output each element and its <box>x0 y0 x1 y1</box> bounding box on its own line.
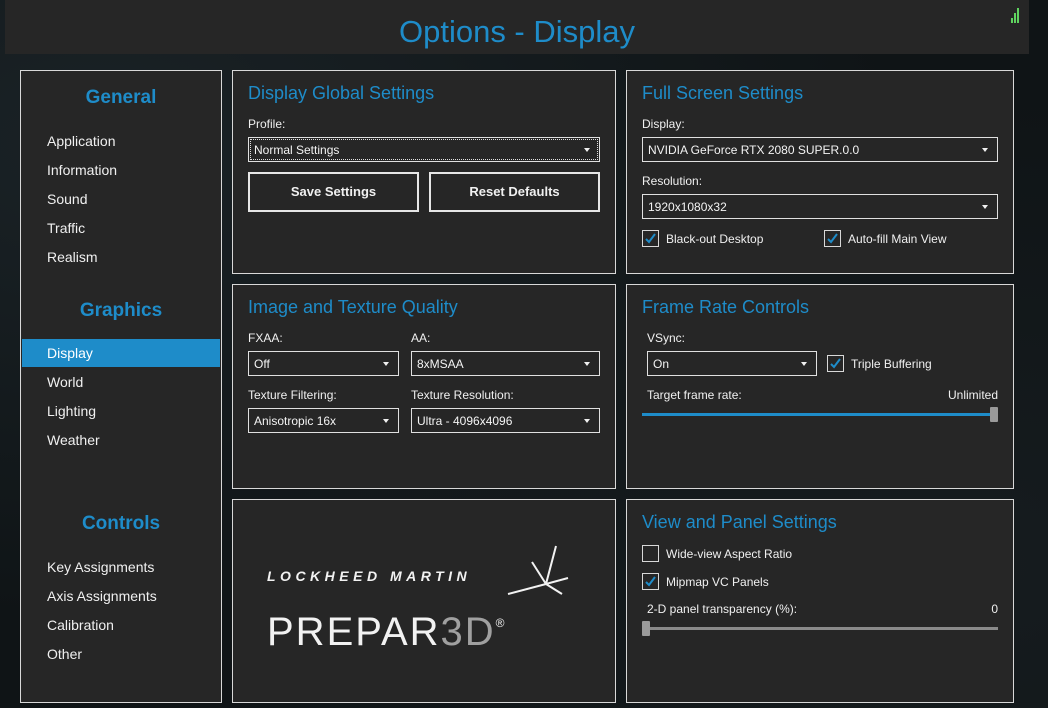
sidebar-item-display[interactable]: Display <box>22 339 220 367</box>
checkmark-icon <box>645 576 656 587</box>
profile-value: Normal Settings <box>254 143 340 157</box>
display-dropdown[interactable]: NVIDIA GeForce RTX 2080 SUPER.0.0 <box>642 137 998 162</box>
target-frame-rate-fill <box>642 413 998 416</box>
panel-title: Full Screen Settings <box>642 83 804 103</box>
vsync-dropdown[interactable]: On <box>647 351 817 376</box>
texture-filtering-dropdown[interactable]: Anisotropic 16x <box>248 408 399 433</box>
fxaa-value: Off <box>254 357 270 371</box>
target-frame-rate-value: Unlimited <box>947 388 998 402</box>
display-value: NVIDIA GeForce RTX 2080 SUPER.0.0 <box>648 143 860 157</box>
target-frame-rate-slider[interactable] <box>990 407 998 422</box>
texture-resolution-label: Texture Resolution: <box>411 388 514 402</box>
chevron-down-icon <box>982 205 988 209</box>
vsync-value: On <box>653 357 670 371</box>
full-screen-panel: Full Screen Settings Display: NVIDIA GeF… <box>626 70 1014 274</box>
sidebar-heading-controls: Controls <box>81 513 161 534</box>
aa-dropdown[interactable]: 8xMSAA <box>411 351 600 376</box>
prepar3d-logo-accent: 3D <box>440 610 496 654</box>
display-global-panel: Display Global Settings Profile: Normal … <box>232 70 616 274</box>
panel-transparency-label: 2-D panel transparency (%): <box>647 602 798 616</box>
mipmap-vc-panels-checkbox[interactable] <box>642 573 659 590</box>
profile-dropdown[interactable]: Normal Settings <box>248 137 600 162</box>
aa-value: 8xMSAA <box>417 357 464 371</box>
mipmap-vc-panels-label: Mipmap VC Panels <box>666 575 769 589</box>
resolution-label: Resolution: <box>642 174 703 188</box>
texture-resolution-value: Ultra - 4096x4096 <box>417 414 513 428</box>
resolution-value: 1920x1080x32 <box>648 200 727 214</box>
view-panel-settings-panel: View and Panel Settings Wide-view Aspect… <box>626 499 1014 703</box>
chevron-down-icon <box>383 362 389 366</box>
prepar3d-logo: PREPAR3D® <box>267 610 507 655</box>
sidebar-heading-general: General <box>85 87 157 108</box>
window-title: Options - Display <box>398 14 636 49</box>
panel-title: Image and Texture Quality <box>248 297 458 317</box>
signal-icon <box>1011 8 1019 23</box>
sidebar-item-world[interactable]: World <box>22 368 220 396</box>
star-logo-icon <box>507 545 569 595</box>
blackout-desktop-checkbox[interactable] <box>642 230 659 247</box>
profile-label: Profile: <box>248 117 286 131</box>
resolution-dropdown[interactable]: 1920x1080x32 <box>642 194 998 219</box>
panel-title: Frame Rate Controls <box>642 297 810 317</box>
sidebar-heading-graphics: Graphics <box>79 300 163 321</box>
wide-view-aspect-checkbox[interactable] <box>642 545 659 562</box>
chevron-down-icon <box>982 148 988 152</box>
fxaa-dropdown[interactable]: Off <box>248 351 399 376</box>
reset-defaults-button[interactable]: Reset Defaults <box>429 172 600 212</box>
sidebar-item-sound[interactable]: Sound <box>22 185 220 213</box>
lockheed-martin-logo: LOCKHEED MARTIN <box>267 568 472 584</box>
vsync-label: VSync: <box>647 331 686 345</box>
chevron-down-icon <box>584 362 590 366</box>
logo-panel: LOCKHEED MARTIN PREPAR3D® <box>232 499 616 703</box>
sidebar-item-lighting[interactable]: Lighting <box>22 397 220 425</box>
sidebar-item-weather[interactable]: Weather <box>22 426 220 454</box>
title-bar: Options - Display <box>5 0 1029 54</box>
panel-transparency-track <box>642 627 998 630</box>
chevron-down-icon <box>584 148 590 152</box>
sidebar-item-realism[interactable]: Realism <box>22 243 220 271</box>
panel-title: Display Global Settings <box>248 83 435 103</box>
registered-mark: ® <box>495 616 507 630</box>
checkmark-icon <box>827 233 838 244</box>
display-label: Display: <box>642 117 685 131</box>
autofill-main-view-checkbox[interactable] <box>824 230 841 247</box>
aa-label: AA: <box>411 331 431 345</box>
sidebar: General Application Information Sound Tr… <box>20 70 222 703</box>
save-settings-button[interactable]: Save Settings <box>248 172 419 212</box>
sidebar-item-axis-assignments[interactable]: Axis Assignments <box>22 582 220 610</box>
target-frame-rate-label: Target frame rate: <box>647 388 742 402</box>
texture-resolution-dropdown[interactable]: Ultra - 4096x4096 <box>411 408 600 433</box>
sidebar-item-application[interactable]: Application <box>22 127 220 155</box>
checkmark-icon <box>830 358 841 369</box>
fxaa-label: FXAA: <box>248 331 283 345</box>
frame-rate-panel: Frame Rate Controls VSync: On Triple Buf… <box>626 284 1014 489</box>
sidebar-item-other[interactable]: Other <box>22 640 220 668</box>
checkmark-icon <box>645 233 656 244</box>
triple-buffering-checkbox[interactable] <box>827 355 844 372</box>
triple-buffering-label: Triple Buffering <box>851 357 932 371</box>
image-texture-panel: Image and Texture Quality FXAA: Off AA: … <box>232 284 616 489</box>
sidebar-item-traffic[interactable]: Traffic <box>22 214 220 242</box>
prepar3d-logo-main: PREPAR <box>267 610 441 654</box>
sidebar-item-calibration[interactable]: Calibration <box>22 611 220 639</box>
sidebar-item-information[interactable]: Information <box>22 156 220 184</box>
autofill-main-view-label: Auto-fill Main View <box>848 232 947 246</box>
texture-filtering-value: Anisotropic 16x <box>254 414 337 428</box>
panel-transparency-slider[interactable] <box>642 621 650 636</box>
texture-filtering-label: Texture Filtering: <box>248 388 337 402</box>
chevron-down-icon <box>383 419 389 423</box>
sidebar-item-key-assignments[interactable]: Key Assignments <box>22 553 220 581</box>
panel-title: View and Panel Settings <box>642 512 837 532</box>
chevron-down-icon <box>584 419 590 423</box>
blackout-desktop-label: Black-out Desktop <box>666 232 764 246</box>
panel-transparency-value: 0 <box>991 602 998 616</box>
wide-view-aspect-label: Wide-view Aspect Ratio <box>666 547 793 561</box>
chevron-down-icon <box>801 362 807 366</box>
